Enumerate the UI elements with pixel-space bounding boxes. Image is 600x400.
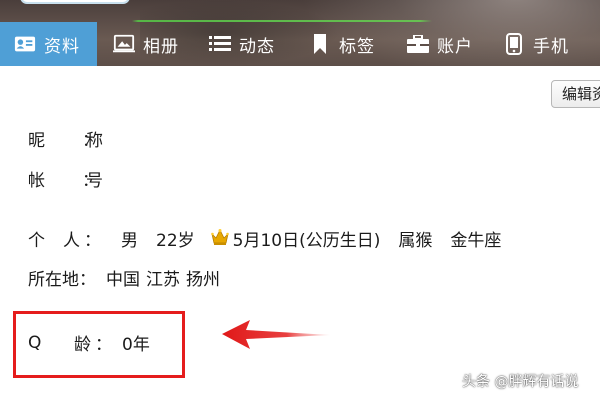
profile-card-icon: [14, 34, 36, 54]
zodiac-value: 属猴: [398, 231, 433, 251]
edit-profile-button[interactable]: 编辑资料: [551, 80, 600, 108]
account-row: 帐 号: [28, 166, 125, 191]
tab-account-label: 账户: [437, 36, 473, 57]
tab-mobile-label: 手机: [533, 36, 569, 57]
tab-album[interactable]: 相册: [97, 22, 191, 66]
nickname-label-char-1: 昵: [28, 131, 45, 151]
personal-label-char-1: 个: [28, 231, 45, 251]
search-box-edge[interactable]: [20, 0, 130, 4]
account-colon: ：: [82, 171, 99, 191]
tab-feed[interactable]: 动态: [191, 22, 287, 66]
personal-colon: ：: [84, 231, 101, 251]
tab-feed-label: 动态: [239, 36, 275, 57]
photo-album-icon: [113, 34, 135, 54]
nickname-row: 昵 称: [28, 126, 125, 151]
crown-icon: [210, 228, 229, 246]
profile-header: 资料 相册 动态 标签 账户 手机: [0, 0, 600, 66]
location-province: 江苏: [146, 270, 180, 290]
personal-label-char-2: 人: [63, 231, 80, 251]
bookmark-icon: [309, 34, 331, 54]
gender-value: 男: [121, 231, 138, 251]
age-value: 22岁: [156, 231, 195, 251]
location-label: 所在地：: [28, 270, 96, 290]
nickname-colon: ：: [82, 131, 99, 151]
profile-nav-tabs: 资料 相册 动态 标签 账户 手机: [0, 22, 581, 66]
briefcase-icon: [407, 34, 429, 54]
highlight-box: [13, 311, 185, 378]
list-feed-icon: [209, 34, 231, 54]
personal-row: 个 人 ： 男 22岁 5月10日(公历生日) 属猴 金牛座: [28, 226, 501, 251]
location-country: 中国: [106, 270, 140, 290]
mobile-phone-icon: [503, 33, 525, 55]
personal-label: 个 人: [28, 226, 80, 251]
location-row: 所在地： 中国 江苏 扬州: [28, 265, 220, 290]
location-city: 扬州: [186, 270, 220, 290]
tab-tags-label: 标签: [339, 36, 375, 57]
watermark-text: 头条 @胖辉有话说: [462, 374, 579, 390]
tab-profile-label: 资料: [44, 36, 80, 57]
account-label-char-1: 帐: [28, 171, 45, 191]
tab-album-label: 相册: [143, 36, 179, 57]
birthday-value: 5月10日(公历生日): [232, 231, 381, 251]
red-arrow-annotation: [222, 320, 330, 349]
tab-account[interactable]: 账户: [387, 22, 485, 66]
tab-profile[interactable]: 资料: [0, 22, 97, 66]
tab-tags[interactable]: 标签: [287, 22, 387, 66]
constellation-value: 金牛座: [450, 231, 502, 251]
tab-mobile[interactable]: 手机: [485, 22, 581, 66]
